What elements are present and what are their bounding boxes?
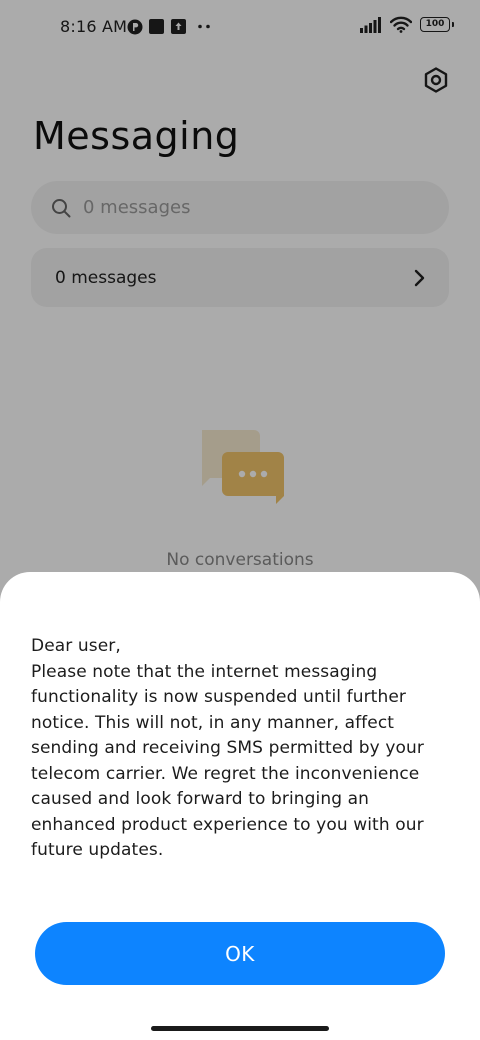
- notice-line: functionality is now suspended until fur…: [31, 687, 406, 707]
- notice-line: enhanced product experience to you with …: [31, 814, 424, 835]
- notice-line: Dear user,: [31, 636, 121, 656]
- ok-button[interactable]: OK: [35, 922, 445, 985]
- notice-line: sending and receiving SMS permitted by y…: [31, 738, 424, 758]
- home-indicator[interactable]: [151, 1026, 329, 1031]
- notice-line: Please note that the internet messaging: [31, 661, 378, 682]
- notice-line: notice. This will not, in any manner, af…: [31, 712, 395, 733]
- notice-message: Dear user, Please note that the internet…: [31, 634, 456, 864]
- notice-line: future updates.: [31, 840, 164, 860]
- notice-line: caused and look forward to bringing an: [31, 789, 370, 809]
- notice-bottom-sheet: Dear user, Please note that the internet…: [0, 572, 480, 1040]
- notice-line: telecom carrier. We regret the inconveni…: [31, 763, 420, 784]
